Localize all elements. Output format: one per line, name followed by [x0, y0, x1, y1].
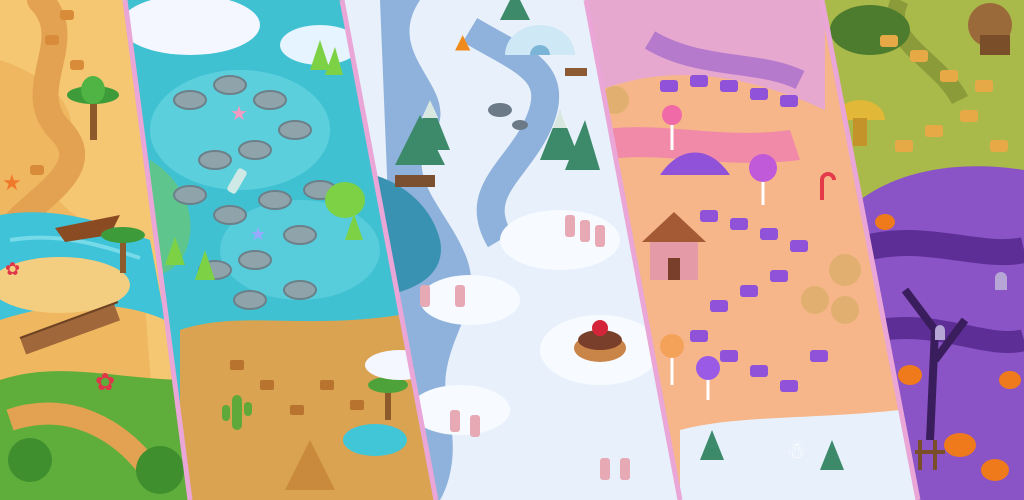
level-map-collage: ★ ✿ ✿ ★ ★ ▲ ☃: [0, 0, 1024, 500]
starfish-icon: ★: [250, 224, 266, 245]
signpost-icon: [565, 68, 587, 76]
snowman-icon: ☃: [786, 437, 806, 464]
flower-icon: ✿: [5, 259, 20, 280]
starfish-icon: ★: [230, 101, 248, 125]
campfire-icon: ▲: [455, 29, 471, 53]
flower-icon: ✿: [95, 368, 115, 396]
pier-icon: [395, 175, 435, 187]
starfish-icon: ★: [2, 171, 22, 196]
oasis-icon: [343, 424, 407, 456]
map-canvas: ★ ✿ ✿ ★ ★ ▲ ☃: [0, 0, 1024, 500]
